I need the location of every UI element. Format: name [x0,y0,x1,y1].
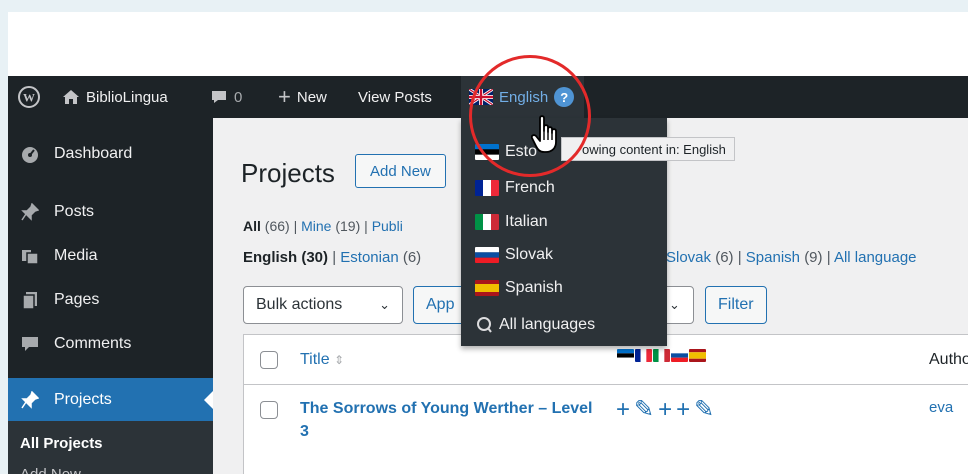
bulk-actions-select[interactable]: Bulk actions ⌄ [243,286,403,324]
pushpin-icon [20,390,40,410]
view-all[interactable]: All (66) [243,218,290,234]
language-option-label: Slovak [505,246,554,263]
italy-flag-icon [653,349,670,362]
sidebar-item-label: Posts [54,203,95,220]
lang-filter-slovak[interactable]: Slovak (6) [666,249,734,266]
column-author[interactable]: Autho [929,351,968,369]
view-posts-label: View Posts [358,88,432,106]
new-content-link[interactable]: + New [278,76,327,118]
lang-filter-spanish[interactable]: Spanish (9) [746,249,823,266]
submenu-all-projects[interactable]: All Projects [20,435,103,452]
sidebar-item-label: Projects [54,391,112,408]
language-switcher[interactable]: English ? [461,76,585,118]
filter-button[interactable]: Filter [705,286,767,324]
bulk-actions-label: Bulk actions [256,296,343,313]
projects-table: Title ⇕ Autho The Sorrows of Young Werth… [243,334,968,474]
comments-count: 0 [234,88,243,106]
media-icon [20,246,40,266]
add-new-button[interactable]: Add New [355,154,446,188]
view-posts-link[interactable]: View Posts [358,76,432,118]
plus-icon: + [278,84,291,109]
page-title: Projects [241,158,335,188]
dashboard-icon [20,144,40,164]
france-flag-icon [475,180,499,196]
language-option-italian[interactable]: Italian [475,208,548,236]
language-option-french[interactable]: French [475,174,555,202]
uk-flag-icon [469,89,493,105]
view-mine[interactable]: Mine (19) [301,218,360,234]
wordpress-logo-icon[interactable]: W [18,76,40,118]
language-filters: English (30) | Estonian (6) [243,249,422,266]
chevron-down-icon: ⌄ [669,297,680,312]
lang-filter-english[interactable]: English (30) [243,249,328,266]
hand-pointer-cursor-icon [531,115,557,153]
row-title-link[interactable]: The Sorrows of Young Werther – Level 3 [300,397,600,443]
language-option-label: French [505,179,555,196]
language-filters-right: Slovak (6) | Spanish (9) | All language [666,249,917,266]
row-author-link[interactable]: eva [929,399,953,416]
home-icon [63,90,79,104]
slovakia-flag-icon [475,247,499,263]
site-name: BiblioLingua [86,88,168,106]
language-tooltip: owing content in: English [561,137,735,161]
language-option-label: Spanish [505,279,563,296]
new-label: New [296,88,327,106]
lang-filter-estonian[interactable]: Estonian (6) [340,249,421,266]
sidebar-item-comments[interactable]: Comments [8,326,213,362]
select-all-checkbox[interactable] [260,351,278,369]
apply-label: App [426,296,455,313]
language-option-spanish[interactable]: Spanish [475,274,563,302]
language-option-estonian[interactable]: Esto [475,138,537,166]
row-checkbox[interactable] [260,401,278,419]
projects-submenu: All Projects Add New [8,421,213,474]
spain-flag-icon [689,349,706,362]
pushpin-icon [20,202,40,222]
admin-bar: W BiblioLingua 0 + New View Posts Englis… [8,76,968,118]
filter-label: Filter [718,296,754,313]
lang-filter-all[interactable]: All language [834,249,917,266]
help-icon[interactable]: ? [554,87,575,107]
sidebar-item-dashboard[interactable]: Dashboard [8,136,213,172]
sidebar-item-label: Pages [54,291,100,308]
sidebar-item-label: Comments [54,335,132,352]
view-published[interactable]: Publi [372,218,403,234]
sidebar-item-pages[interactable]: Pages [8,282,213,318]
sidebar-item-projects[interactable]: Projects [8,378,214,422]
browser-viewport: W BiblioLingua 0 + New View Posts Englis… [8,12,968,474]
translation-actions[interactable]: +✎++✎ [616,395,718,424]
language-option-slovak[interactable]: Slovak [475,241,553,269]
site-name-link[interactable]: BiblioLingua [62,76,168,118]
italy-flag-icon [475,214,499,230]
estonia-flag-icon [617,349,634,362]
sidebar-item-media[interactable]: Media [8,238,213,274]
sidebar-item-posts[interactable]: Posts [8,194,213,230]
chevron-down-icon: ⌄ [379,297,390,312]
column-title[interactable]: Title ⇕ [300,351,344,369]
sort-icon: ⇕ [334,353,345,367]
spain-flag-icon [475,280,499,296]
sidebar-item-label: Media [54,247,98,264]
france-flag-icon [635,349,652,362]
estonia-flag-icon [475,144,499,160]
language-option-all[interactable]: All languages [475,311,595,339]
sidebar-item-label: Dashboard [54,145,133,162]
submenu-add-new[interactable]: Add New [20,466,81,474]
globe-icon [477,317,492,333]
svg-text:W: W [23,91,35,105]
admin-sidebar: Dashboard Posts Media Pages Comments Pro… [8,118,214,474]
view-filters: All (66) | Mine (19) | Publi [243,218,403,234]
comment-icon [20,334,40,354]
pages-icon [20,290,40,310]
all-languages-label: All languages [499,316,596,333]
comment-icon [212,91,226,103]
language-columns-flags [617,349,706,362]
language-option-label: Italian [505,213,548,230]
current-language-label: English [499,88,549,106]
comments-link[interactable]: 0 [210,76,242,118]
slovakia-flag-icon [671,349,688,362]
